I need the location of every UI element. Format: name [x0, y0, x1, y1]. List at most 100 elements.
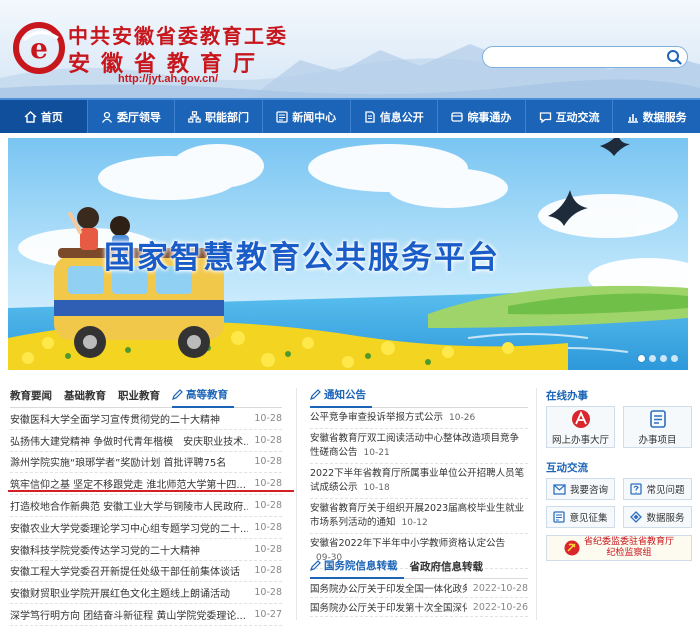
item-date: 10-28 — [254, 478, 282, 490]
item-date: 10-28 — [254, 434, 282, 446]
list-item[interactable]: 安徽农业大学党委理论学习中心组专题学习党的二十... 10-28 — [10, 517, 282, 539]
interaction-grid: 我要咨询 常见问题 意见征集 数据服务 — [546, 478, 692, 528]
tab-education-news[interactable]: 教育要闻 — [10, 388, 58, 407]
nav-item-leaders[interactable]: 委厅领导 — [88, 100, 176, 133]
tab-basic-education[interactable]: 基础教育 — [64, 388, 112, 407]
collect-icon — [553, 511, 566, 523]
reprint-panel: 国务院信息转载 省政府信息转载 国务院办公厅关于印发全国一体化政务大数... 20… — [310, 559, 528, 617]
party-emblem-icon — [564, 540, 580, 556]
item-title: 安徽省2022年下半年中小学教师资格认定公告 — [310, 538, 506, 549]
search-icon[interactable] — [665, 49, 683, 65]
nav-item-home[interactable]: 首页 — [0, 100, 88, 133]
list-item[interactable]: 安徽省教育厅关于组织开展2023届高校毕业生就业市场系列活动的通知 10-12 — [310, 499, 528, 534]
column-divider — [296, 388, 297, 620]
chat-icon — [539, 111, 551, 123]
service-label: 我要咨询 — [569, 485, 608, 496]
home-icon — [24, 110, 37, 123]
list-item[interactable]: 滁州学院实施“琅琊学者”奖励计划 首批评聘75名 10-28 — [10, 452, 282, 474]
opinion-collect-button[interactable]: 意见征集 — [546, 506, 615, 528]
notice-list: 公平竞争审查投诉举报方式公示 10-26 安徽省教育厅双工阅读活动中心整体改造项目… — [310, 408, 528, 569]
chart-icon — [627, 113, 638, 123]
notice-panel: 通知公告 公平竞争审查投诉举报方式公示 10-26 安徽省教育厅双工阅读活动中心整… — [310, 388, 528, 569]
tab-provincial-gov[interactable]: 省政府信息转载 — [410, 559, 490, 578]
list-item[interactable]: 弘扬伟大建党精神 争做时代青年楷模 安庆职业技术... 10-28 — [10, 430, 282, 452]
nav-item-interaction[interactable]: 互动交流 — [526, 100, 614, 133]
list-item[interactable]: 国务院办公厅关于印发第十次全国深化“放... 2022-10-26 — [310, 598, 528, 617]
tab-state-council[interactable]: 国务院信息转载 — [310, 558, 404, 579]
nav-label: 职能部门 — [205, 110, 250, 124]
jiwei-line2: 纪检监察组 — [606, 548, 652, 558]
item-title: 安徽科技学院党委传达学习党的二十大精神 — [10, 545, 200, 557]
item-date: 10-28 — [254, 412, 282, 424]
nav-label: 首页 — [40, 110, 63, 124]
tab-label: 通知公告 — [324, 389, 366, 401]
left-news-list: 安徽医科大学全面学习宣传贯彻党的二十大精神 10-28 弘扬伟大建党精神 争做时代… — [10, 408, 282, 626]
faq-button[interactable]: 常见问题 — [623, 478, 692, 500]
hall-icon — [571, 409, 590, 428]
service-panel: 在线办事 网上办事大厅 办事项目 互动交流 我要咨询 常见问题 意见征集 数据服… — [546, 388, 692, 561]
column-divider — [536, 388, 537, 620]
carousel-dot-2[interactable] — [649, 355, 656, 362]
emblem-logo-icon[interactable]: e — [12, 20, 66, 74]
item-title: 国务院办公厅关于印发第十次全国深化“放... — [310, 603, 467, 614]
online-hall-button[interactable]: 网上办事大厅 — [546, 406, 615, 448]
list-item[interactable]: 深学笃行明方向 团结奋斗新征程 黄山学院党委理论... 10-27 — [10, 604, 282, 626]
list-item[interactable]: 2022下半年省教育厅所属事业单位公开招聘人员笔试成绩公示 10-18 — [310, 464, 528, 499]
online-service-grid: 网上办事大厅 办事项目 — [546, 406, 692, 448]
tab-higher-education[interactable]: 高等教育 — [172, 387, 234, 408]
nav-label: 信息公开 — [379, 110, 424, 124]
consult-button[interactable]: 我要咨询 — [546, 478, 615, 500]
list-item[interactable]: 公平竞争审查投诉举报方式公示 10-26 — [310, 408, 528, 429]
item-title: 安徽农业大学党委理论学习中心组专题学习党的二十... — [10, 523, 249, 535]
main-nav: 首页 委厅领导 职能部门 新闻中心 信息公开 皖事通办 互动交流 数据服务 — [0, 98, 700, 133]
nav-item-data-service[interactable]: 数据服务 — [613, 100, 700, 133]
mail-icon — [553, 483, 566, 495]
pencil-icon — [310, 389, 321, 400]
carousel-dot-3[interactable] — [660, 355, 667, 362]
nav-label: 数据服务 — [642, 110, 687, 124]
item-date: 10-26 — [449, 413, 476, 423]
list-item[interactable]: 安徽医科大学全面学习宣传贯彻党的二十大精神 10-28 — [10, 408, 282, 430]
list-item[interactable]: 安徽工程大学党委召开新提任处级干部任前集体谈话 10-28 — [10, 561, 282, 583]
item-title: 安徽工程大学党委召开新提任处级干部任前集体谈话 — [10, 567, 240, 579]
site-title-line1: 中共安徽省委教育工委 — [68, 24, 288, 48]
search-box — [482, 46, 688, 68]
reprint-tabs: 国务院信息转载 省政府信息转载 — [310, 559, 528, 579]
highlight-underline — [8, 490, 294, 492]
nav-item-departments[interactable]: 职能部门 — [175, 100, 263, 133]
item-date: 10-12 — [401, 518, 428, 528]
left-tabs: 教育要闻 基础教育 职业教育 高等教育 — [10, 388, 282, 408]
hero-banner[interactable]: 国家智慧教育公共服务平台 — [8, 138, 688, 370]
nav-item-info-public[interactable]: 信息公开 — [351, 100, 439, 133]
carousel-dot-4[interactable] — [671, 355, 678, 362]
nav-label: 委厅领导 — [116, 110, 161, 124]
search-input[interactable] — [493, 49, 653, 65]
tab-vocational-education[interactable]: 职业教育 — [118, 388, 166, 407]
list-item[interactable]: 国务院办公厅关于印发全国一体化政务大数... 2022-10-28 — [310, 579, 528, 598]
list-item[interactable]: 打造校地合作新典范 安徽工业大学与铜陵市人民政府... 10-28 — [10, 495, 282, 517]
banner-title: 国家智慧教育公共服务平台 — [104, 240, 500, 276]
item-title: 国务院办公厅关于印发全国一体化政务大数... — [310, 584, 467, 595]
list-icon — [649, 409, 666, 428]
item-title: 弘扬伟大建党精神 争做时代青年楷模 安庆职业技术... — [10, 436, 249, 448]
service-items-button[interactable]: 办事项目 — [623, 406, 692, 448]
discipline-inspection-link[interactable]: 省纪委监委驻省教育厅 纪检监察组 — [546, 535, 692, 561]
education-news-panel: 教育要闻 基础教育 职业教育 高等教育 安徽医科大学全面学习宣传贯彻党的二十大精… — [10, 388, 282, 626]
pencil-icon — [172, 389, 183, 400]
carousel-dot-1[interactable] — [638, 355, 645, 362]
news-icon — [276, 110, 288, 123]
org-icon — [188, 110, 201, 123]
nav-item-wanshitong[interactable]: 皖事通办 — [438, 100, 526, 133]
list-item[interactable]: 安徽财贸职业学院开展红色文化主题线上朗诵活动 10-28 — [10, 582, 282, 605]
list-item[interactable]: 安徽科技学院党委传达学习党的二十大精神 10-28 — [10, 539, 282, 561]
list-item[interactable]: 安徽省教育厅双工阅读活动中心整体改造项目竞争性磋商公告 10-21 — [310, 429, 528, 464]
interaction-title: 互动交流 — [546, 462, 588, 474]
carousel-dots — [638, 355, 678, 362]
pencil-icon — [310, 560, 321, 571]
site-url[interactable]: http://jyt.ah.gov.cn/ — [118, 73, 218, 85]
tab-notices[interactable]: 通知公告 — [310, 387, 372, 408]
nav-item-news[interactable]: 新闻中心 — [263, 100, 351, 133]
nav-label: 互动交流 — [555, 110, 600, 124]
data-service-button[interactable]: 数据服务 — [623, 506, 692, 528]
item-title: 安徽省教育厅双工阅读活动中心整体改造项目竞争性磋商公告 — [310, 433, 520, 458]
